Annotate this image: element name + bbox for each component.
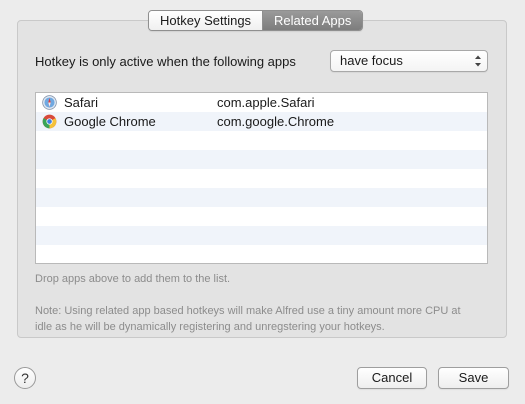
empty-row: [36, 207, 487, 226]
help-button[interactable]: ?: [14, 367, 36, 389]
tab-segmented-control: Hotkey Settings Related Apps: [148, 10, 364, 31]
cpu-usage-note: Note: Using related app based hotkeys wi…: [35, 305, 461, 333]
empty-row: [36, 245, 487, 263]
chrome-icon: [42, 114, 57, 129]
focus-rule-label: Hotkey is only active when the following…: [35, 54, 296, 69]
safari-icon: [42, 95, 57, 110]
empty-row: [36, 226, 487, 245]
up-down-arrows-icon: [475, 55, 481, 67]
save-button[interactable]: Save: [438, 367, 509, 389]
related-apps-list[interactable]: Safari com.apple.Safari Google Chrome co…: [35, 92, 488, 264]
app-name: Google Chrome: [64, 114, 156, 129]
empty-row: [36, 188, 487, 207]
bundle-id: com.apple.Safari: [217, 95, 315, 110]
tab-related-apps[interactable]: Related Apps: [263, 11, 363, 30]
empty-row: [36, 169, 487, 188]
empty-row: [36, 131, 487, 150]
empty-row: [36, 150, 487, 169]
focus-rule-select[interactable]: have focus: [330, 50, 488, 72]
focus-rule-selected-value: have focus: [340, 53, 403, 68]
cancel-button[interactable]: Cancel: [357, 367, 427, 389]
list-item-safari[interactable]: Safari com.apple.Safari: [36, 93, 487, 112]
drop-apps-hint: Drop apps above to add them to the list.: [35, 273, 231, 285]
app-name: Safari: [64, 95, 98, 110]
bundle-id: com.google.Chrome: [217, 114, 335, 129]
list-item-google-chrome[interactable]: Google Chrome com.google.Chrome: [36, 112, 487, 131]
tab-hotkey-settings[interactable]: Hotkey Settings: [149, 11, 264, 30]
